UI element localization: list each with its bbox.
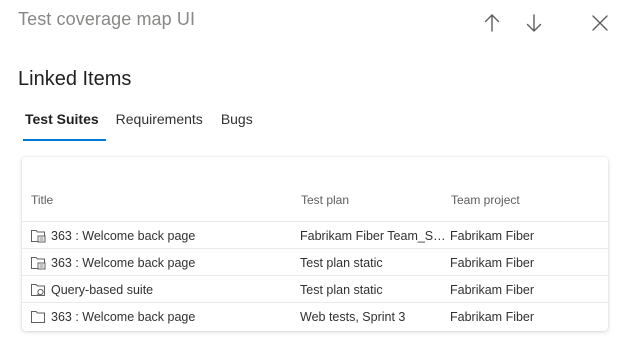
row-title: 363 : Welcome back page (51, 310, 196, 324)
tab-bugs[interactable]: Bugs (210, 108, 260, 141)
linked-test-suites-table: Title Test plan Team project 363 : Welco… (22, 157, 608, 331)
arrow-up-icon (484, 14, 500, 32)
row-team-project: Fabrikam Fiber (450, 310, 535, 324)
static-suite-icon (31, 311, 45, 323)
close-icon (592, 15, 608, 31)
table-row[interactable]: Query-based suite Test plan static Fabri… (22, 276, 608, 303)
row-title: 363 : Welcome back page (51, 256, 196, 270)
table-header: Title Test plan Team project (22, 157, 608, 222)
close-button[interactable] (587, 10, 613, 36)
tab-test-suites[interactable]: Test Suites (18, 108, 106, 141)
row-test-plan: Test plan static (300, 283, 383, 297)
requirement-suite-icon (31, 230, 46, 243)
row-title: Query-based suite (51, 283, 154, 297)
table-row[interactable]: 363 : Welcome back page Web tests, Sprin… (22, 303, 608, 330)
row-team-project: Fabrikam Fiber (450, 229, 535, 243)
previous-item-button[interactable] (479, 10, 505, 36)
row-test-plan: Web tests, Sprint 3 (300, 310, 406, 324)
table-row[interactable]: 363 : Welcome back page Test plan static… (22, 249, 608, 276)
requirement-suite-icon (31, 257, 46, 270)
panel-title: Test coverage map UI (18, 9, 196, 29)
next-item-button[interactable] (521, 10, 547, 36)
column-header-team-project[interactable]: Team project (451, 193, 520, 207)
table-row[interactable]: 363 : Welcome back page Fabrikam Fiber T… (22, 222, 608, 249)
query-suite-icon (31, 284, 45, 296)
row-team-project: Fabrikam Fiber (450, 256, 535, 270)
arrow-down-icon (526, 14, 542, 32)
row-test-plan: Fabrikam Fiber Team_St... (300, 229, 446, 243)
row-test-plan: Test plan static (300, 256, 383, 270)
column-header-test-plan[interactable]: Test plan (301, 193, 349, 207)
row-title: 363 : Welcome back page (51, 229, 196, 243)
row-team-project: Fabrikam Fiber (450, 283, 535, 297)
linked-items-tabs: Test Suites Requirements Bugs (18, 108, 260, 141)
column-header-title[interactable]: Title (31, 193, 53, 207)
linked-items-heading: Linked Items (18, 68, 132, 90)
tab-requirements[interactable]: Requirements (106, 108, 210, 141)
